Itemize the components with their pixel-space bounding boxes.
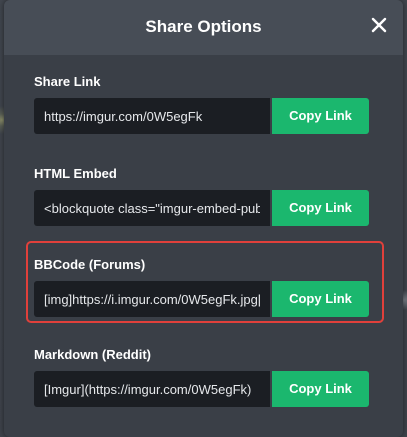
- modal-header: Share Options: [4, 0, 403, 55]
- modal-title: Share Options: [145, 17, 262, 36]
- html-embed-label: HTML Embed: [34, 166, 117, 181]
- copy-markdown-button[interactable]: Copy Link: [272, 371, 369, 407]
- markdown-field[interactable]: [34, 371, 270, 407]
- bbcode-field-wrapper: [34, 281, 270, 317]
- markdown-label: Markdown (Reddit): [34, 347, 151, 362]
- copy-bbcode-button[interactable]: Copy Link: [272, 281, 369, 317]
- bbcode-label: BBCode (Forums): [34, 257, 146, 272]
- share-link-field-wrapper: [34, 98, 270, 134]
- share-link-label: Share Link: [34, 74, 101, 89]
- share-link-field[interactable]: [34, 98, 270, 134]
- share-options-modal: Share Options Share Link Copy Link HTML …: [4, 0, 403, 437]
- html-embed-field-wrapper: [34, 190, 270, 226]
- html-embed-field[interactable]: [34, 190, 270, 226]
- copy-html-embed-button[interactable]: Copy Link: [272, 190, 369, 226]
- close-icon[interactable]: [369, 15, 389, 35]
- bbcode-field[interactable]: [34, 281, 270, 317]
- markdown-field-wrapper: [34, 371, 270, 407]
- copy-share-link-button[interactable]: Copy Link: [272, 98, 369, 134]
